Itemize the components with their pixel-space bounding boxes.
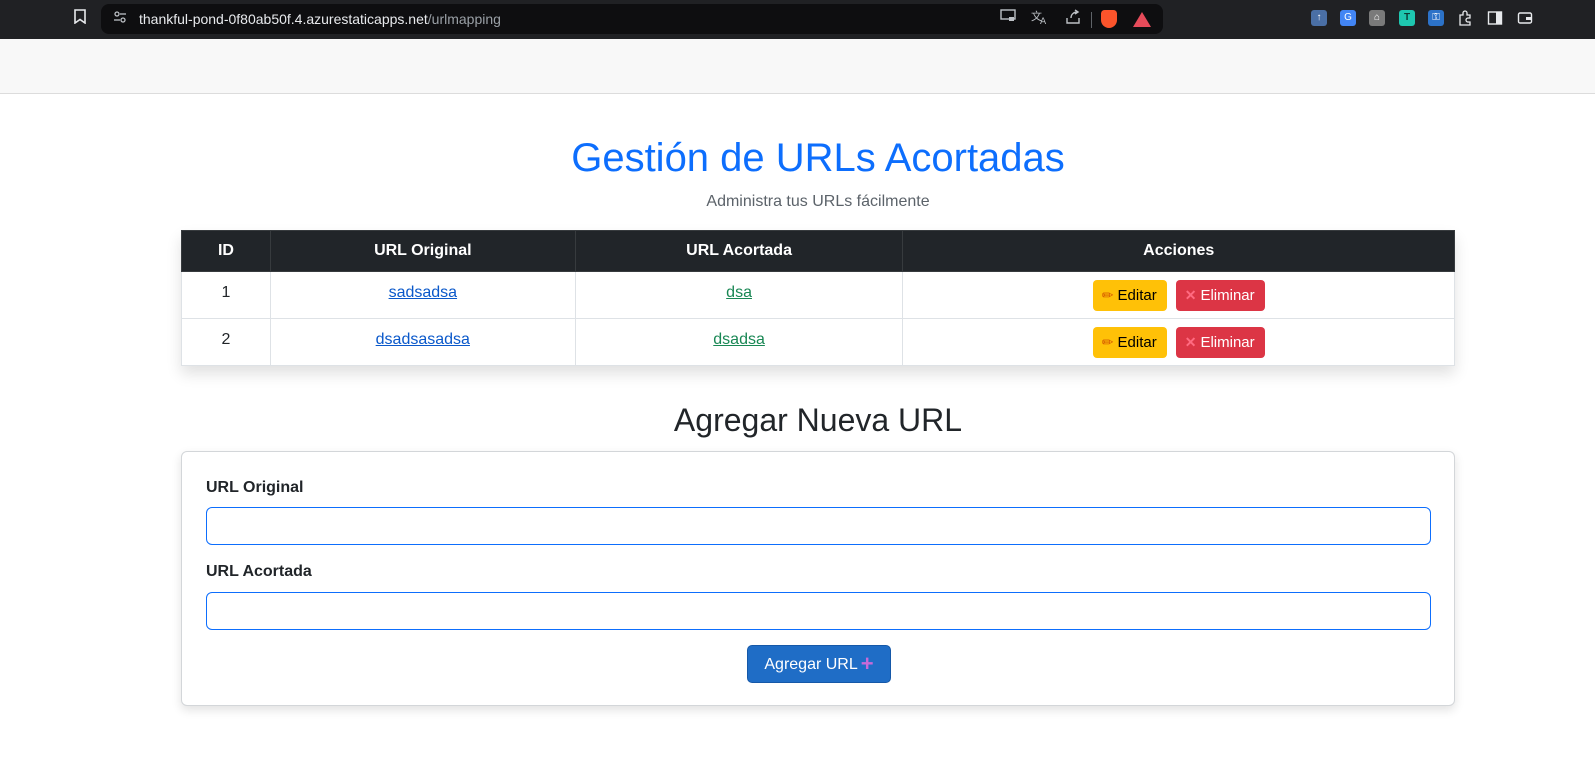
- table-row: 1 sadsadsa dsa ✏ Editar ✕ Eliminar: [181, 271, 1455, 319]
- site-settings-icon[interactable]: [111, 10, 129, 28]
- original-url-link[interactable]: dsadsasadsa: [376, 331, 470, 348]
- bookmark-icon[interactable]: [70, 9, 90, 29]
- column-header-id: ID: [181, 230, 271, 272]
- add-url-button[interactable]: Agregar URL +: [747, 645, 891, 683]
- row-id: 1: [181, 271, 271, 319]
- add-url-label: Agregar URL: [764, 656, 858, 673]
- original-url-label: URL Original: [206, 479, 304, 496]
- url-text[interactable]: thankful-pond-0f80ab50f.4.azurestaticapp…: [139, 11, 501, 27]
- original-url-input[interactable]: [206, 507, 1431, 545]
- google-translate-extension-icon[interactable]: G: [1340, 10, 1356, 26]
- plus-icon: +: [860, 651, 874, 676]
- url-host: thankful-pond-0f80ab50f.4.azurestaticapp…: [139, 11, 428, 27]
- brave-rewards-icon[interactable]: [1133, 12, 1151, 27]
- page-title: Gestión de URLs Acortadas: [571, 136, 1065, 180]
- short-url-cell: dsadsa: [574, 318, 904, 366]
- app-navbar: [0, 39, 1595, 94]
- short-url-label: URL Acortada: [206, 563, 312, 580]
- extension-1-icon[interactable]: ↑: [1311, 10, 1327, 26]
- add-url-form: URL Original URL Acortada Agregar URL +: [181, 451, 1455, 706]
- column-header-short: URL Acortada: [574, 230, 904, 272]
- original-url-link[interactable]: sadsadsa: [389, 284, 458, 301]
- column-header-original: URL Original: [269, 230, 576, 272]
- urls-table: ID URL Original URL Acortada Acciones 1 …: [181, 230, 1455, 366]
- pencil-icon: ✏: [1101, 287, 1114, 303]
- short-url-input[interactable]: [206, 592, 1431, 630]
- extension-3-icon[interactable]: ⌂: [1369, 10, 1385, 26]
- separator: [1091, 12, 1092, 28]
- delete-button[interactable]: ✕ Eliminar: [1175, 280, 1265, 311]
- original-url-cell: sadsadsa: [269, 271, 576, 319]
- address-bar[interactable]: thankful-pond-0f80ab50f.4.azurestaticapp…: [101, 4, 1163, 34]
- table-row: 2 dsadsasadsa dsadsa ✏ Editar ✕ Eliminar: [181, 318, 1455, 366]
- extensions-icon[interactable]: [1457, 10, 1473, 26]
- actions-cell: ✏ Editar ✕ Eliminar: [902, 318, 1455, 366]
- pencil-icon: ✏: [1101, 334, 1114, 350]
- translate-icon[interactable]: 文A: [1030, 9, 1050, 29]
- actions-cell: ✏ Editar ✕ Eliminar: [902, 271, 1455, 319]
- close-icon: ✕: [1184, 287, 1197, 303]
- edit-button[interactable]: ✏ Editar: [1092, 280, 1167, 311]
- short-url-link[interactable]: dsadsa: [713, 331, 765, 348]
- extension-t-icon[interactable]: T: [1399, 10, 1415, 26]
- edit-button[interactable]: ✏ Editar: [1092, 327, 1167, 358]
- add-url-title: Agregar Nueva URL: [673, 402, 963, 438]
- row-id: 2: [181, 318, 271, 366]
- original-url-cell: dsadsasadsa: [269, 318, 576, 366]
- sidebar-icon[interactable]: [1487, 10, 1503, 26]
- edit-label: Editar: [1117, 287, 1157, 304]
- delete-label: Eliminar: [1200, 334, 1255, 351]
- short-url-cell: dsa: [574, 271, 904, 319]
- short-url-link[interactable]: dsa: [726, 284, 752, 301]
- delete-button[interactable]: ✕ Eliminar: [1175, 327, 1265, 358]
- extension-key-icon[interactable]: ⚿: [1428, 10, 1444, 26]
- column-header-actions: Acciones: [902, 230, 1455, 272]
- wallet-icon[interactable]: [1517, 10, 1533, 26]
- page-subtitle: Administra tus URLs fácilmente: [706, 193, 930, 210]
- cast-icon[interactable]: [998, 9, 1018, 29]
- table-header-row: ID URL Original URL Acortada Acciones: [181, 230, 1455, 272]
- brave-shields-icon[interactable]: [1101, 10, 1117, 28]
- share-icon[interactable]: [1063, 9, 1083, 29]
- svg-text:A: A: [1040, 17, 1047, 25]
- close-icon: ✕: [1184, 334, 1197, 350]
- edit-label: Editar: [1117, 334, 1157, 351]
- url-path: /urlmapping: [427, 11, 501, 27]
- browser-toolbar: thankful-pond-0f80ab50f.4.azurestaticapp…: [0, 0, 1595, 39]
- delete-label: Eliminar: [1200, 287, 1255, 304]
